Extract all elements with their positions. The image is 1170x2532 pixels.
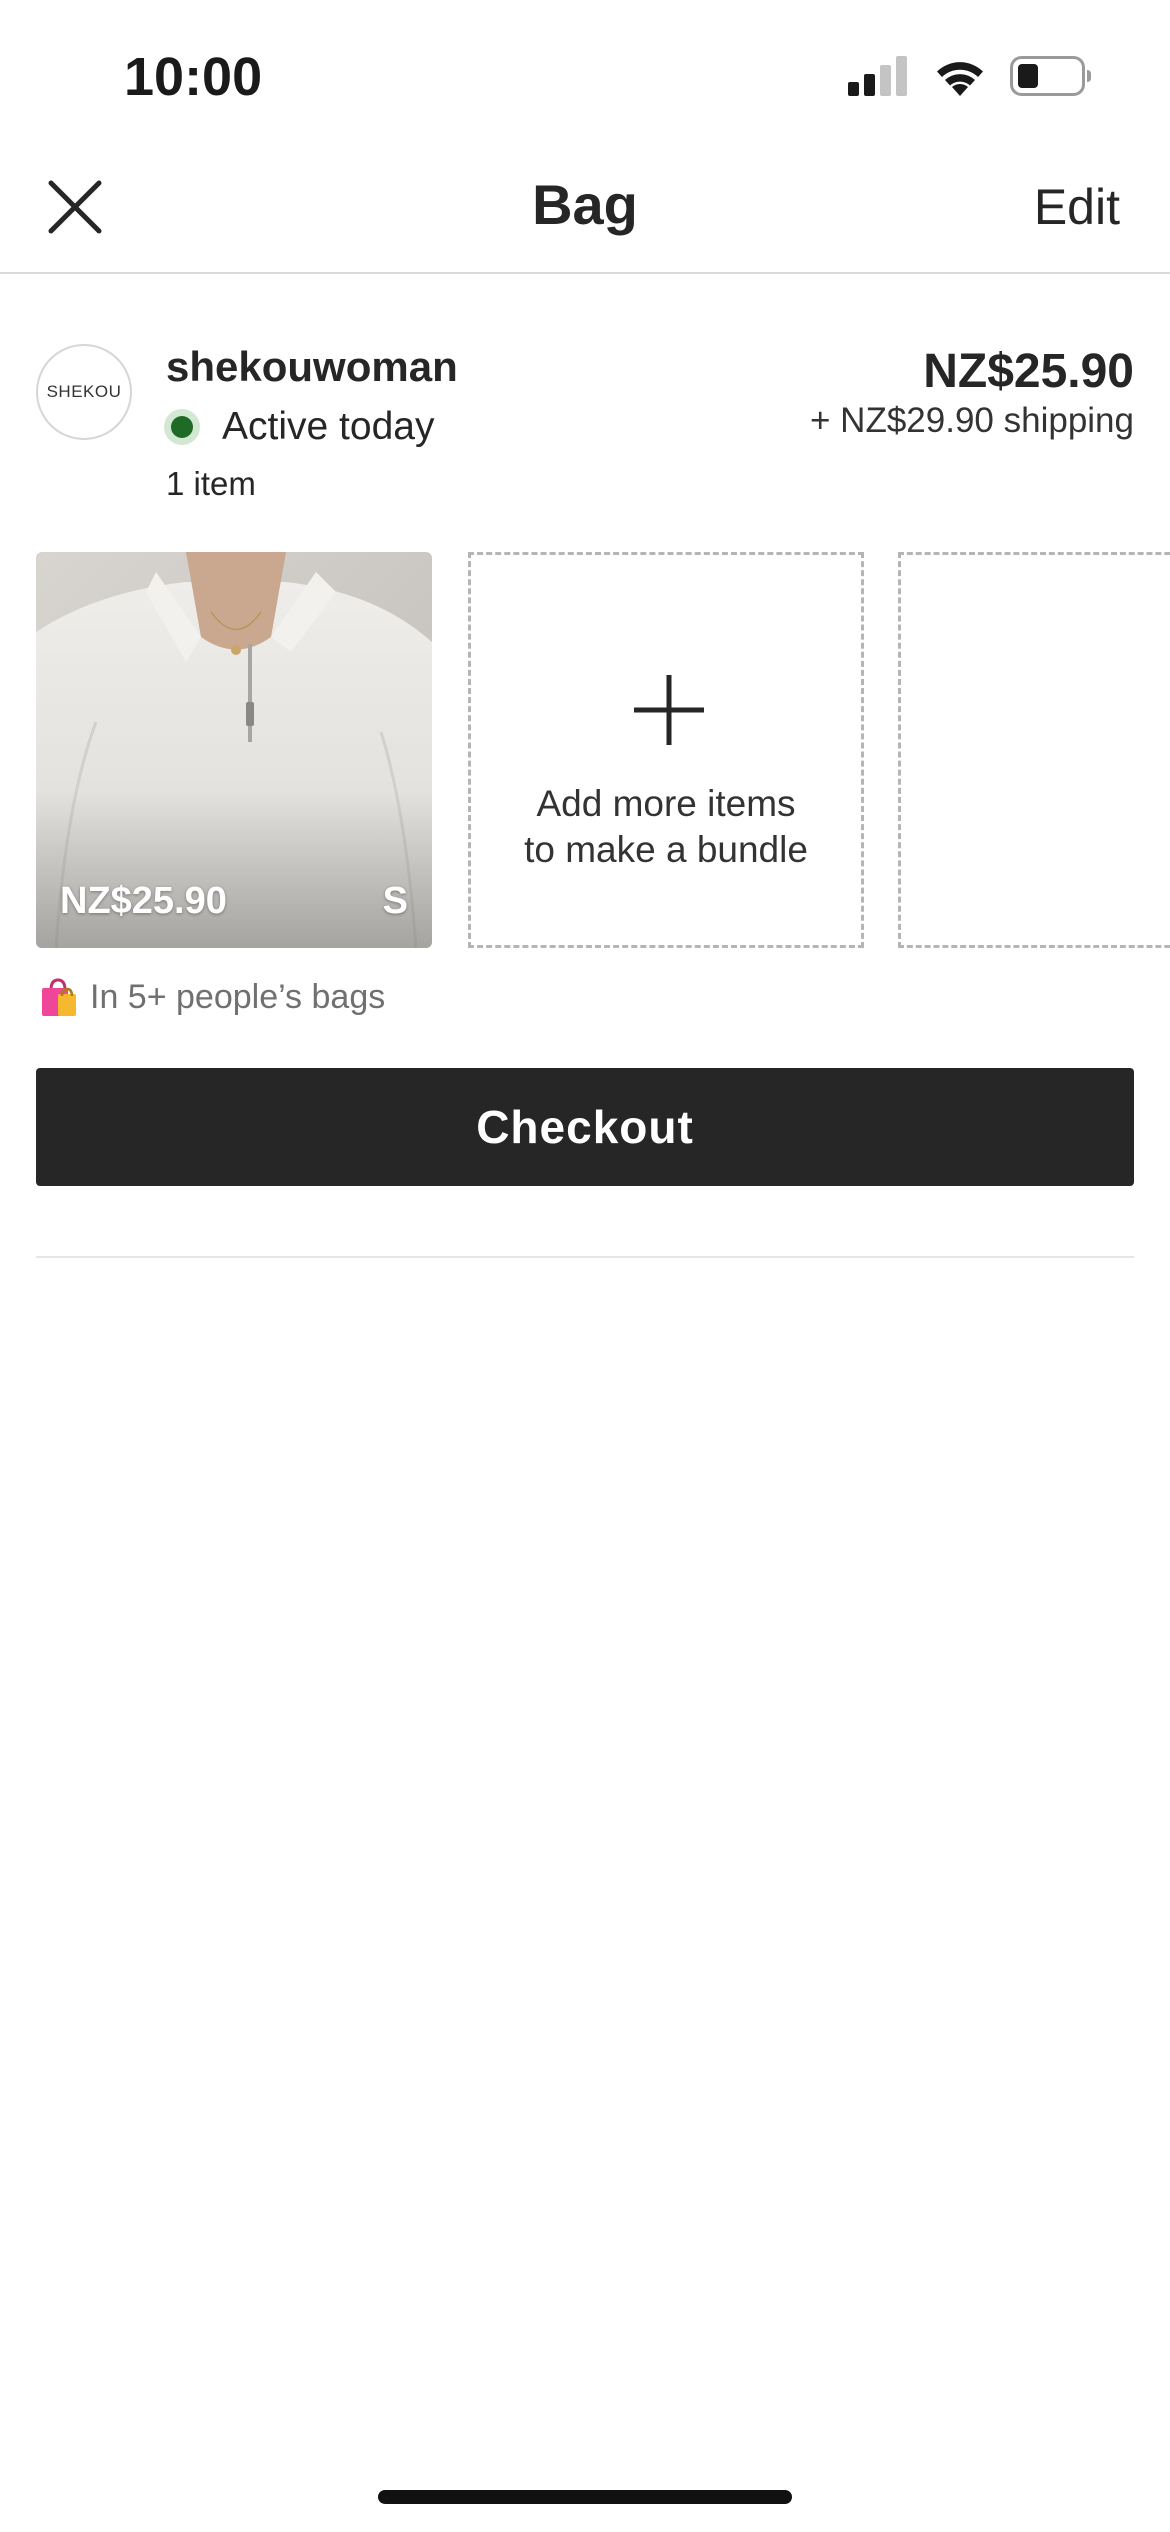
social-proof: In 5+ people’s bags (36, 974, 385, 1020)
seller-avatar-logo: SHEKOU (46, 382, 122, 401)
close-button[interactable] (40, 172, 110, 242)
item-size: S (382, 880, 408, 922)
item-price: NZ$25.90 (60, 880, 227, 922)
checkout-button[interactable]: Checkout (36, 1068, 1134, 1186)
nav-bar: Bag Edit (0, 150, 1170, 274)
shipping-cost: + NZ$29.90 shipping (810, 401, 1134, 440)
close-icon (48, 180, 102, 234)
active-status-text: Active today (222, 405, 435, 448)
seller-avatar[interactable]: SHEKOU (36, 344, 132, 440)
divider (36, 1256, 1134, 1258)
status-time: 10:00 (124, 47, 263, 107)
shopping-bags-icon (42, 978, 76, 1016)
wifi-icon (937, 62, 983, 96)
total-price: NZ$25.90 (923, 345, 1134, 398)
seller-active-status: Active today (164, 402, 434, 452)
add-more-label-line1: Add more items (536, 783, 796, 824)
add-more-label: Add more items to make a bundle (471, 781, 861, 873)
empty-bundle-slot (898, 552, 1170, 948)
bag-item-card[interactable]: NZ$25.90 S (36, 552, 432, 948)
battery-icon (1010, 56, 1091, 96)
active-status-dot-icon (164, 409, 200, 445)
item-count: 1 item (166, 465, 256, 502)
status-icons (848, 56, 1092, 96)
seller-name[interactable]: shekouwoman (166, 342, 458, 392)
plus-icon (634, 675, 704, 745)
edit-button[interactable]: Edit (1034, 176, 1120, 238)
cellular-signal-icon (848, 56, 907, 96)
page-title: Bag (532, 173, 638, 236)
home-indicator (378, 2490, 792, 2504)
add-more-label-line2: to make a bundle (524, 829, 808, 870)
social-proof-text: In 5+ people’s bags (90, 978, 386, 1016)
add-more-items-button[interactable]: Add more items to make a bundle (468, 552, 864, 948)
